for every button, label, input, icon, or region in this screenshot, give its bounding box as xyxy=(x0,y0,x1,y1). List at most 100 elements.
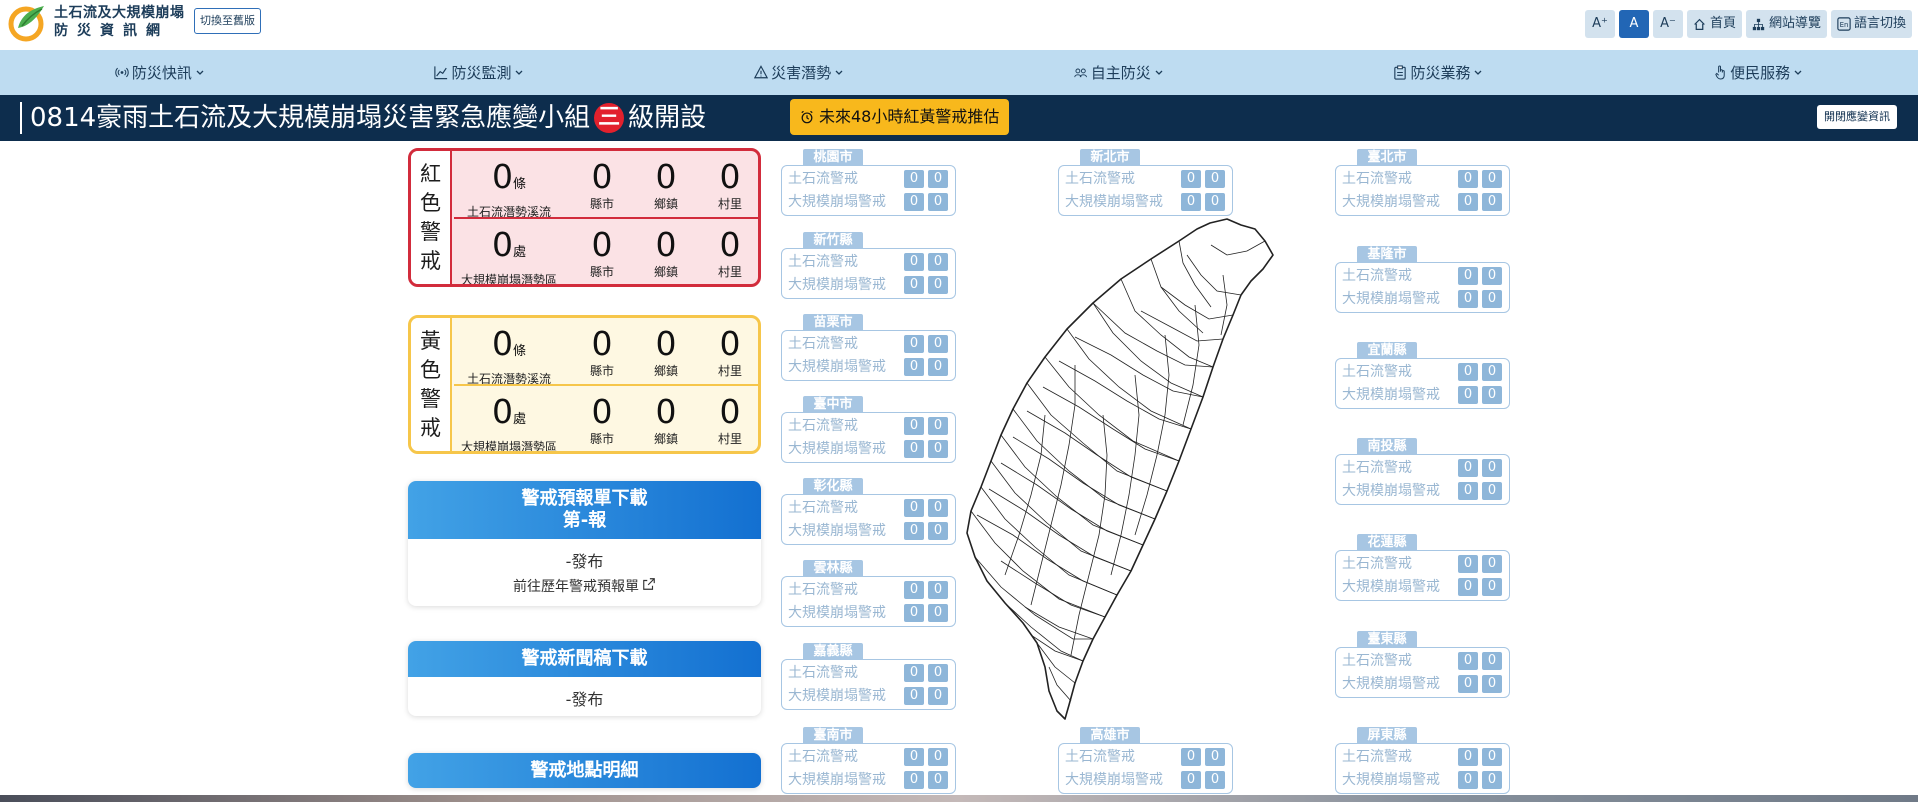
history-forecast-link[interactable]: 前往歷年警戒預報單 xyxy=(408,576,761,596)
county-name: 雲林縣 xyxy=(803,560,863,577)
town-count[interactable]: 0 鄉鎮 xyxy=(636,386,696,451)
town-label: 鄉鎮 xyxy=(653,432,678,446)
sitemap-icon xyxy=(1752,17,1766,31)
debris-label: 土石流警戒 xyxy=(788,665,858,681)
county-card-yunlin[interactable]: 雲林縣 土石流警戒 0 0 大規模崩塌警戒 0 0 xyxy=(781,560,956,627)
language-button[interactable]: En 語言切換 xyxy=(1830,10,1912,38)
debris-label: 土石流警戒 xyxy=(1342,171,1412,187)
switch-old-version-button[interactable]: 切換至舊版 xyxy=(194,8,261,34)
red-count: 0 xyxy=(1458,386,1478,404)
nav-label: 防災快訊 xyxy=(131,64,192,82)
yellow-count: 0 xyxy=(1482,170,1502,188)
nav-label: 防災業務 xyxy=(1410,64,1471,82)
county-name: 花蓮縣 xyxy=(1357,534,1417,551)
county-card-hualien[interactable]: 花蓮縣 土石流警戒 0 0 大規模崩塌警戒 0 0 xyxy=(1335,534,1510,601)
county-card-yilan[interactable]: 宜蘭縣 土石流警戒 0 0 大規模崩塌警戒 0 0 xyxy=(1335,342,1510,409)
font-smaller-button[interactable]: A⁻ xyxy=(1652,10,1683,38)
nav-item-4[interactable]: 防災業務 xyxy=(1393,62,1483,83)
county-count[interactable]: 0 縣市 xyxy=(572,318,632,384)
taiwan-map[interactable] xyxy=(965,215,1320,725)
landslide-label: 大規模崩塌警戒 xyxy=(1065,772,1163,788)
county-card-new-taipei[interactable]: 新北市 土石流警戒 0 0 大規模崩塌警戒 0 0 xyxy=(1058,149,1233,216)
county-card-changhua[interactable]: 彰化縣 土石流警戒 0 0 大規模崩塌警戒 0 0 xyxy=(781,478,956,545)
site-logo[interactable] xyxy=(8,2,48,42)
red-count: 0 xyxy=(904,335,924,353)
county-card-taitung[interactable]: 臺東縣 土石流警戒 0 0 大規模崩塌警戒 0 0 xyxy=(1335,631,1510,698)
town-count[interactable]: 0 鄉鎮 xyxy=(636,151,696,217)
landslide-label: 大規模崩塌警戒 xyxy=(1342,772,1440,788)
county-count[interactable]: 0 縣市 xyxy=(572,151,632,217)
nav-item-2[interactable]: 災害潛勢 xyxy=(754,62,844,83)
yellow-count: 0 xyxy=(1205,170,1225,188)
county-label: 縣市 xyxy=(589,432,614,446)
yellow-count: 0 xyxy=(928,358,948,376)
county-card-kaohsiung[interactable]: 高雄市 土石流警戒 0 0 大規模崩塌警戒 0 0 xyxy=(1058,727,1233,794)
forecast-status: -發布 xyxy=(565,552,604,571)
county-name: 彰化縣 xyxy=(803,478,863,495)
county-card-taichung[interactable]: 臺中市 土石流警戒 0 0 大規模崩塌警戒 0 0 xyxy=(781,396,956,463)
home-button[interactable]: 首頁 xyxy=(1686,10,1742,38)
label-char: 警 xyxy=(420,219,441,244)
red-count: 0 xyxy=(1458,555,1478,573)
yellow-count: 0 xyxy=(928,687,948,705)
debris-label: 土石流警戒 xyxy=(1342,749,1412,765)
yellow-count: 0 xyxy=(928,499,948,517)
red-alert-panel: 紅 色 警 戒 0條 土石流潛勢溪流 0 縣市 0 鄉鎮 0 村里 0處 大規模… xyxy=(408,148,761,287)
yellow-count: 0 xyxy=(1482,675,1502,693)
yellow-count: 0 xyxy=(1482,290,1502,308)
yellow-count: 0 xyxy=(1482,771,1502,789)
forecast-card-header[interactable]: 警戒預報單下載 第-報 xyxy=(408,481,761,539)
locations-card-header[interactable]: 警戒地點明細 xyxy=(408,753,761,788)
county-card-keelung[interactable]: 基隆市 土石流警戒 0 0 大規模崩塌警戒 0 0 xyxy=(1335,246,1510,313)
red-count: 0 xyxy=(904,771,924,789)
county-card-miaoli[interactable]: 苗栗市 土石流警戒 0 0 大規模崩塌警戒 0 0 xyxy=(781,314,956,381)
font-normal-button[interactable]: A xyxy=(1618,10,1649,38)
county-card-chiayi[interactable]: 嘉義縣 土石流警戒 0 0 大規模崩塌警戒 0 0 xyxy=(781,643,956,710)
landslide-area-count[interactable]: 0處 大規模崩塌潛勢區 xyxy=(454,219,564,284)
town-count[interactable]: 0 鄉鎮 xyxy=(636,219,696,284)
toggle-emergency-info-button[interactable]: 開閉應變資訊 xyxy=(1817,105,1897,129)
yellow-landslide-row: 0處 大規模崩塌潛勢區 0 縣市 0 鄉鎮 0 村里 xyxy=(454,386,758,451)
village-count[interactable]: 0 村里 xyxy=(700,386,758,451)
county-name: 嘉義縣 xyxy=(803,643,863,660)
yellow-count: 0 xyxy=(928,581,948,599)
village-count[interactable]: 0 村里 xyxy=(700,151,758,217)
county-card-nantou[interactable]: 南投縣 土石流警戒 0 0 大規模崩塌警戒 0 0 xyxy=(1335,438,1510,505)
landslide-label: 大規模崩塌警戒 xyxy=(788,688,886,704)
red-count: 0 xyxy=(1458,459,1478,477)
font-larger-button[interactable]: A⁺ xyxy=(1584,10,1615,38)
nav-label: 便民服務 xyxy=(1730,64,1791,82)
county-card-taoyuan[interactable]: 桃園市 土石流警戒 0 0 大規模崩塌警戒 0 0 xyxy=(781,149,956,216)
county-card-taipei[interactable]: 臺北市 土石流警戒 0 0 大規模崩塌警戒 0 0 xyxy=(1335,149,1510,216)
town-count[interactable]: 0 鄉鎮 xyxy=(636,318,696,384)
landslide-label: 大規模崩塌警戒 xyxy=(788,772,886,788)
nav-item-1[interactable]: 防災監測 xyxy=(434,62,524,83)
debris-stream-count[interactable]: 0條 土石流潛勢溪流 xyxy=(454,318,564,386)
red-count: 0 xyxy=(1458,363,1478,381)
county-card-tainan[interactable]: 臺南市 土石流警戒 0 0 大規模崩塌警戒 0 0 xyxy=(781,727,956,794)
county-card-pingtung[interactable]: 屏東縣 土石流警戒 0 0 大規模崩塌警戒 0 0 xyxy=(1335,727,1510,794)
debris-label: 土石流警戒 xyxy=(788,582,858,598)
red-count: 0 xyxy=(904,604,924,622)
village-count[interactable]: 0 村里 xyxy=(700,219,758,284)
news-download-card: 警戒新聞稿下載 -發布 xyxy=(408,641,761,716)
forecast-48h-button[interactable]: 未來48小時紅黃警戒推估 xyxy=(790,99,1010,135)
nav-item-3[interactable]: 自主防災 xyxy=(1074,62,1164,83)
county-count[interactable]: 0 縣市 xyxy=(572,386,632,451)
county-count[interactable]: 0 縣市 xyxy=(572,219,632,284)
news-card-header[interactable]: 警戒新聞稿下載 xyxy=(408,641,761,677)
count-value: 0 xyxy=(491,225,513,264)
landslide-label: 大規模崩塌警戒 xyxy=(1342,291,1440,307)
external-link-icon xyxy=(642,577,656,595)
red-count: 0 xyxy=(904,687,924,705)
red-count: 0 xyxy=(1458,578,1478,596)
banner-title-text: 0814豪雨土石流及大規模崩塌災害緊急應變小組 xyxy=(30,103,591,133)
county-card-hsinchu[interactable]: 新竹縣 土石流警戒 0 0 大規模崩塌警戒 0 0 xyxy=(781,232,956,299)
debris-stream-count[interactable]: 0條 土石流潛勢溪流 xyxy=(454,151,564,219)
landslide-area-count[interactable]: 0處 大規模崩塌潛勢區 xyxy=(454,386,564,451)
village-count[interactable]: 0 村里 xyxy=(700,318,758,384)
debris-label: 土石流警戒 xyxy=(788,171,858,187)
nav-item-0[interactable]: 防災快訊 xyxy=(115,62,205,83)
nav-item-5[interactable]: 便民服務 xyxy=(1713,62,1803,83)
sitemap-button[interactable]: 網站導覽 xyxy=(1745,10,1827,38)
